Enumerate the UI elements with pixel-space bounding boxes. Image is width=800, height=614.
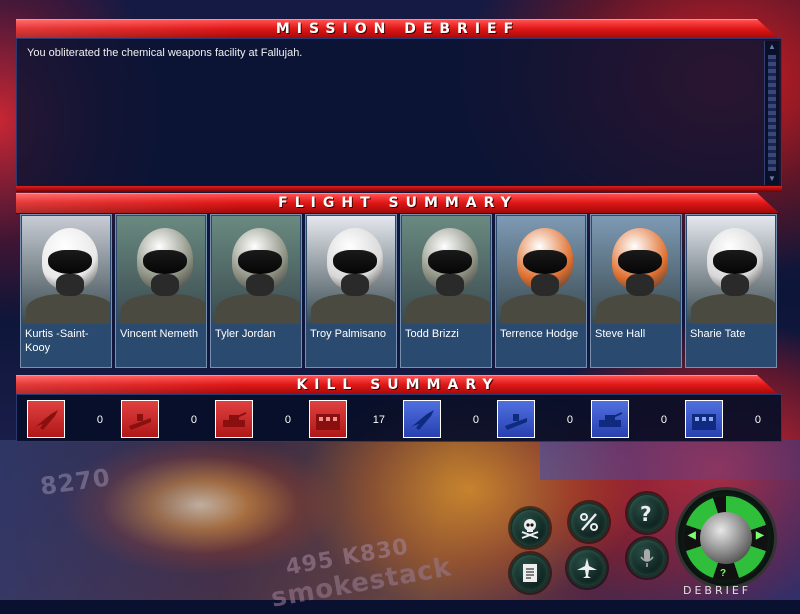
document-icon — [523, 564, 537, 582]
kill-item: 0 — [685, 400, 779, 440]
kill-summary-title: KILL SUMMARY — [296, 377, 500, 393]
pilot-card[interactable]: Sharie Tate — [685, 214, 777, 368]
pilot-name: Kurtis -Saint-Kooy — [25, 328, 89, 354]
flight-summary-header: FLIGHT SUMMARY — [16, 193, 780, 214]
pilot-portrait — [307, 216, 395, 324]
friendly-building-icon — [685, 400, 723, 438]
pilot-name: Todd Brizzi — [405, 328, 459, 340]
dial-label: DEBRIEF — [683, 584, 752, 597]
pilot-card[interactable]: Vincent Nemeth — [115, 214, 207, 368]
kill-item: 0 — [497, 400, 591, 440]
question-mark-icon: ? — [640, 502, 652, 525]
friendly-ship-icon — [497, 400, 535, 438]
pilot-card[interactable]: Tyler Jordan — [210, 214, 302, 368]
pilot-name: Tyler Jordan — [215, 328, 276, 340]
microphone-button[interactable] — [627, 538, 667, 578]
debrief-dial[interactable]: ◀ ▶ ? — [675, 487, 777, 589]
scroll-up-icon[interactable]: ▲ — [766, 42, 778, 52]
kill-count: 0 — [96, 414, 103, 426]
kill-count: 0 — [190, 414, 197, 426]
kill-item: 0 — [27, 400, 121, 440]
kill-count: 0 — [566, 414, 573, 426]
pilot-card[interactable]: Kurtis -Saint-Kooy — [20, 214, 112, 368]
enemy-aircraft-icon — [27, 400, 65, 438]
mission-debrief-header: MISSION DEBRIEF — [16, 19, 780, 40]
kill-summary-panel: 0 0 0 17 0 0 0 0 — [16, 394, 782, 442]
aircraft-icon — [577, 558, 597, 578]
percent-icon — [580, 513, 598, 531]
kill-count: 0 — [284, 414, 291, 426]
dial-left-icon[interactable]: ◀ — [688, 530, 696, 541]
pilot-portrait — [497, 216, 585, 324]
skull-crossbones-icon — [521, 519, 539, 539]
friendly-aircraft-icon — [403, 400, 441, 438]
friendly-tank-icon — [591, 400, 629, 438]
enemy-tank-icon — [215, 400, 253, 438]
kill-summary-header: KILL SUMMARY — [16, 375, 780, 396]
aircraft-button[interactable] — [567, 548, 607, 588]
scroll-track[interactable] — [768, 55, 776, 171]
kill-count: 17 — [372, 414, 385, 426]
pilot-name: Vincent Nemeth — [120, 328, 199, 340]
kill-count: 0 — [754, 414, 761, 426]
pilot-name: Sharie Tate — [690, 328, 746, 340]
pilot-list: Kurtis -Saint-Kooy Vincent Nemeth Tyler Jo… — [20, 214, 782, 370]
svg-text:?: ? — [640, 502, 652, 525]
microphone-icon — [640, 549, 654, 567]
dial-right-icon[interactable]: ▶ — [756, 530, 764, 541]
kill-item: 0 — [403, 400, 497, 440]
background-stripe — [540, 440, 800, 480]
pilot-portrait — [592, 216, 680, 324]
statistics-button[interactable] — [569, 502, 609, 542]
pilot-name: Troy Palmisano — [310, 328, 387, 340]
skull-button[interactable] — [510, 508, 550, 548]
kill-item: 0 — [121, 400, 215, 440]
kill-item: 17 — [309, 400, 403, 440]
kill-count: 0 — [660, 414, 667, 426]
pilot-name: Terrence Hodge — [500, 328, 579, 340]
pilot-card[interactable]: Todd Brizzi — [400, 214, 492, 368]
kill-count: 0 — [472, 414, 479, 426]
pilot-portrait — [212, 216, 300, 324]
pilot-card[interactable]: Steve Hall — [590, 214, 682, 368]
enemy-building-icon — [309, 400, 347, 438]
globe-icon[interactable] — [700, 512, 752, 564]
pilot-card[interactable]: Troy Palmisano — [305, 214, 397, 368]
document-button[interactable] — [510, 553, 550, 593]
dial-help-icon[interactable]: ? — [720, 568, 726, 579]
mission-debrief-text: You obliterated the chemical weapons fac… — [27, 47, 303, 59]
debrief-divider — [16, 186, 782, 192]
flight-summary-title: FLIGHT SUMMARY — [278, 195, 518, 211]
debrief-scrollbar[interactable]: ▲ ▼ — [764, 41, 779, 185]
help-button[interactable]: ? — [627, 493, 667, 533]
mission-debrief-panel: You obliterated the chemical weapons fac… — [16, 38, 782, 188]
scroll-down-icon[interactable]: ▼ — [766, 174, 778, 184]
enemy-ship-icon — [121, 400, 159, 438]
kill-item: 0 — [215, 400, 309, 440]
pilot-portrait — [22, 216, 110, 324]
pilot-portrait — [687, 216, 775, 324]
mission-debrief-title: MISSION DEBRIEF — [275, 21, 521, 37]
pilot-portrait — [117, 216, 205, 324]
pilot-name: Steve Hall — [595, 328, 646, 340]
pilot-portrait — [402, 216, 490, 324]
kill-item: 0 — [591, 400, 685, 440]
pilot-card[interactable]: Terrence Hodge — [495, 214, 587, 368]
